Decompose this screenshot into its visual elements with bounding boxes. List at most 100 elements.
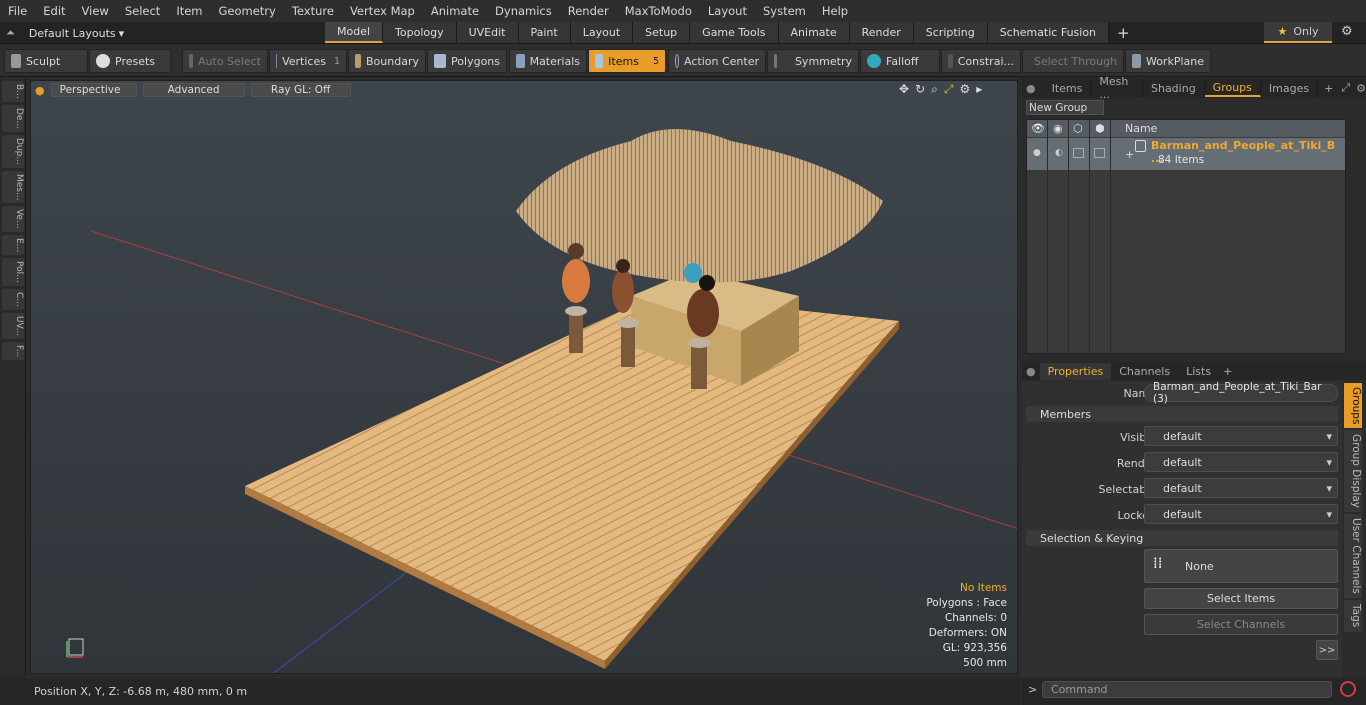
menu-dynamics[interactable]: Dynamics bbox=[487, 4, 560, 18]
lock-icon[interactable]: ⬡ bbox=[1073, 122, 1083, 135]
side-tab-groups[interactable]: Groups bbox=[1344, 383, 1362, 429]
add-props-tab-icon[interactable]: + bbox=[1223, 365, 1232, 378]
tab-model[interactable]: Model bbox=[325, 22, 384, 43]
menu-render[interactable]: Render bbox=[560, 4, 617, 18]
presets-button[interactable]: Presets bbox=[89, 49, 171, 73]
tab-schematic-fusion[interactable]: Schematic Fusion bbox=[987, 22, 1110, 43]
menu-view[interactable]: View bbox=[74, 4, 117, 18]
left-tab-4[interactable]: Mes... bbox=[2, 170, 24, 204]
selection-keying-section[interactable]: Selection & Keying bbox=[1026, 530, 1338, 546]
action-center-button[interactable]: Action Center bbox=[668, 49, 766, 73]
menu-layout[interactable]: Layout bbox=[700, 4, 755, 18]
left-tab-1[interactable]: B... bbox=[2, 81, 24, 102]
tab-scripting[interactable]: Scripting bbox=[913, 22, 988, 43]
items-button[interactable]: Items 5 bbox=[588, 49, 666, 73]
name-field[interactable]: Barman_and_People_at_Tiki_Bar (3) bbox=[1144, 381, 1338, 405]
tab-uvedit[interactable]: UVEdit bbox=[456, 22, 519, 43]
more-button[interactable]: >> bbox=[1316, 640, 1338, 660]
move-icon[interactable]: ✥ bbox=[899, 82, 909, 97]
members-section[interactable]: Members bbox=[1026, 406, 1338, 422]
materials-button[interactable]: Materials bbox=[509, 49, 587, 73]
left-tab-5[interactable]: Ve... bbox=[2, 206, 24, 232]
play-icon[interactable]: ▸ bbox=[976, 82, 982, 97]
command-input[interactable]: Command bbox=[1042, 681, 1332, 698]
tab-layout[interactable]: Layout bbox=[570, 22, 634, 43]
eye-icon[interactable]: 👁 bbox=[1031, 122, 1045, 135]
render-dropdown[interactable]: default bbox=[1144, 452, 1338, 472]
panel-gear-icon[interactable]: ⚙ bbox=[1356, 82, 1366, 95]
ray-gl-button[interactable]: Ray GL: Off bbox=[250, 83, 351, 97]
left-tab-2[interactable]: De... bbox=[2, 104, 24, 132]
left-tab-6[interactable]: E... bbox=[2, 234, 24, 256]
polygons-button[interactable]: Polygons bbox=[427, 49, 507, 73]
tab-lists[interactable]: Lists bbox=[1178, 363, 1219, 380]
menu-file[interactable]: File bbox=[0, 4, 35, 18]
side-tab-group-display[interactable]: Group Display bbox=[1344, 430, 1362, 513]
menu-system[interactable]: System bbox=[755, 4, 814, 18]
tab-game-tools[interactable]: Game Tools bbox=[690, 22, 779, 43]
tab-topology[interactable]: Topology bbox=[383, 22, 457, 43]
tab-images[interactable]: Images bbox=[1261, 79, 1319, 97]
constraints-button[interactable]: Constrai... bbox=[941, 49, 1021, 73]
tab-render[interactable]: Render bbox=[849, 22, 914, 43]
locked-dropdown[interactable]: default bbox=[1144, 504, 1338, 524]
menu-select[interactable]: Select bbox=[117, 4, 168, 18]
expand-icon[interactable]: ⤢ bbox=[1341, 81, 1350, 95]
add-tab-icon[interactable]: + bbox=[1324, 82, 1333, 95]
visible-dropdown[interactable]: default bbox=[1144, 426, 1338, 446]
expand-plus-icon[interactable]: + bbox=[1125, 148, 1134, 161]
new-group-button[interactable]: New Group bbox=[1026, 100, 1104, 115]
auto-select-button[interactable]: Auto Select bbox=[182, 49, 268, 73]
left-tab-10[interactable]: F... bbox=[2, 341, 24, 361]
boundary-button[interactable]: Boundary bbox=[348, 49, 426, 73]
menu-animate[interactable]: Animate bbox=[423, 4, 487, 18]
menu-geometry[interactable]: Geometry bbox=[211, 4, 284, 18]
tab-properties[interactable]: Properties bbox=[1039, 362, 1112, 380]
falloff-button[interactable]: Falloff bbox=[860, 49, 940, 73]
select-through-button[interactable]: Select Through bbox=[1022, 49, 1124, 73]
perspective-button[interactable]: Perspective bbox=[50, 83, 137, 97]
menu-help[interactable]: Help bbox=[814, 4, 856, 18]
workplane-button[interactable]: WorkPlane bbox=[1125, 49, 1211, 73]
row-checkbox[interactable] bbox=[1073, 148, 1084, 158]
tab-animate[interactable]: Animate bbox=[778, 22, 850, 43]
side-tab-user-channels[interactable]: User Channels bbox=[1344, 514, 1362, 599]
fit-icon[interactable]: ⤢ bbox=[944, 82, 954, 97]
left-tab-9[interactable]: UV... bbox=[2, 312, 24, 339]
menu-item[interactable]: Item bbox=[168, 4, 210, 18]
tab-mesh[interactable]: Mesh ... bbox=[1091, 75, 1143, 101]
selectable-dropdown[interactable]: default bbox=[1144, 478, 1338, 498]
rotate-icon[interactable]: ↻ bbox=[915, 82, 925, 97]
gear-icon[interactable]: ⚙ bbox=[1341, 24, 1353, 39]
advanced-button[interactable]: Advanced bbox=[142, 83, 245, 97]
left-tab-3[interactable]: Dup... bbox=[2, 134, 24, 168]
left-tab-8[interactable]: C... bbox=[2, 288, 24, 310]
only-toggle[interactable]: ★ Only bbox=[1264, 22, 1332, 43]
row-eye-icon[interactable]: ● bbox=[1033, 148, 1041, 158]
name-column-header[interactable]: Name bbox=[1125, 122, 1157, 135]
row-checkbox[interactable] bbox=[1094, 148, 1105, 158]
select-icon[interactable]: ⬢ bbox=[1095, 122, 1105, 135]
zoom-icon[interactable]: ⌕ bbox=[931, 82, 938, 97]
side-tab-tags[interactable]: Tags bbox=[1344, 600, 1362, 632]
tab-channels[interactable]: Channels bbox=[1111, 363, 1178, 380]
3d-viewport[interactable]: ● Perspective Advanced Ray GL: Off ✥ ↻ ⌕… bbox=[30, 80, 1018, 674]
tab-items[interactable]: Items bbox=[1044, 79, 1092, 97]
select-channels-button[interactable]: Select Channels bbox=[1144, 614, 1338, 635]
select-items-button[interactable]: Select Items bbox=[1144, 588, 1338, 609]
tab-paint[interactable]: Paint bbox=[518, 22, 571, 43]
add-tab-button[interactable]: + bbox=[1109, 22, 1138, 43]
sculpt-button[interactable]: Sculpt bbox=[4, 49, 88, 73]
vertices-button[interactable]: Vertices 1 bbox=[269, 49, 347, 73]
row-render-icon[interactable]: ◐ bbox=[1055, 148, 1063, 158]
none-button[interactable]: ⁞⁞ None bbox=[1144, 549, 1338, 583]
menu-edit[interactable]: Edit bbox=[35, 4, 73, 18]
render-icon[interactable]: ◉ bbox=[1053, 122, 1063, 135]
tab-setup[interactable]: Setup bbox=[633, 22, 691, 43]
tab-shading[interactable]: Shading bbox=[1143, 79, 1205, 97]
layouts-dropdown[interactable]: ⏶ Default Layouts ▾ bbox=[0, 22, 185, 44]
menu-texture[interactable]: Texture bbox=[284, 4, 342, 18]
left-tab-7[interactable]: Pol... bbox=[2, 258, 24, 286]
menu-maxtomodo[interactable]: MaxToModo bbox=[617, 4, 700, 18]
tab-groups[interactable]: Groups bbox=[1204, 79, 1261, 97]
